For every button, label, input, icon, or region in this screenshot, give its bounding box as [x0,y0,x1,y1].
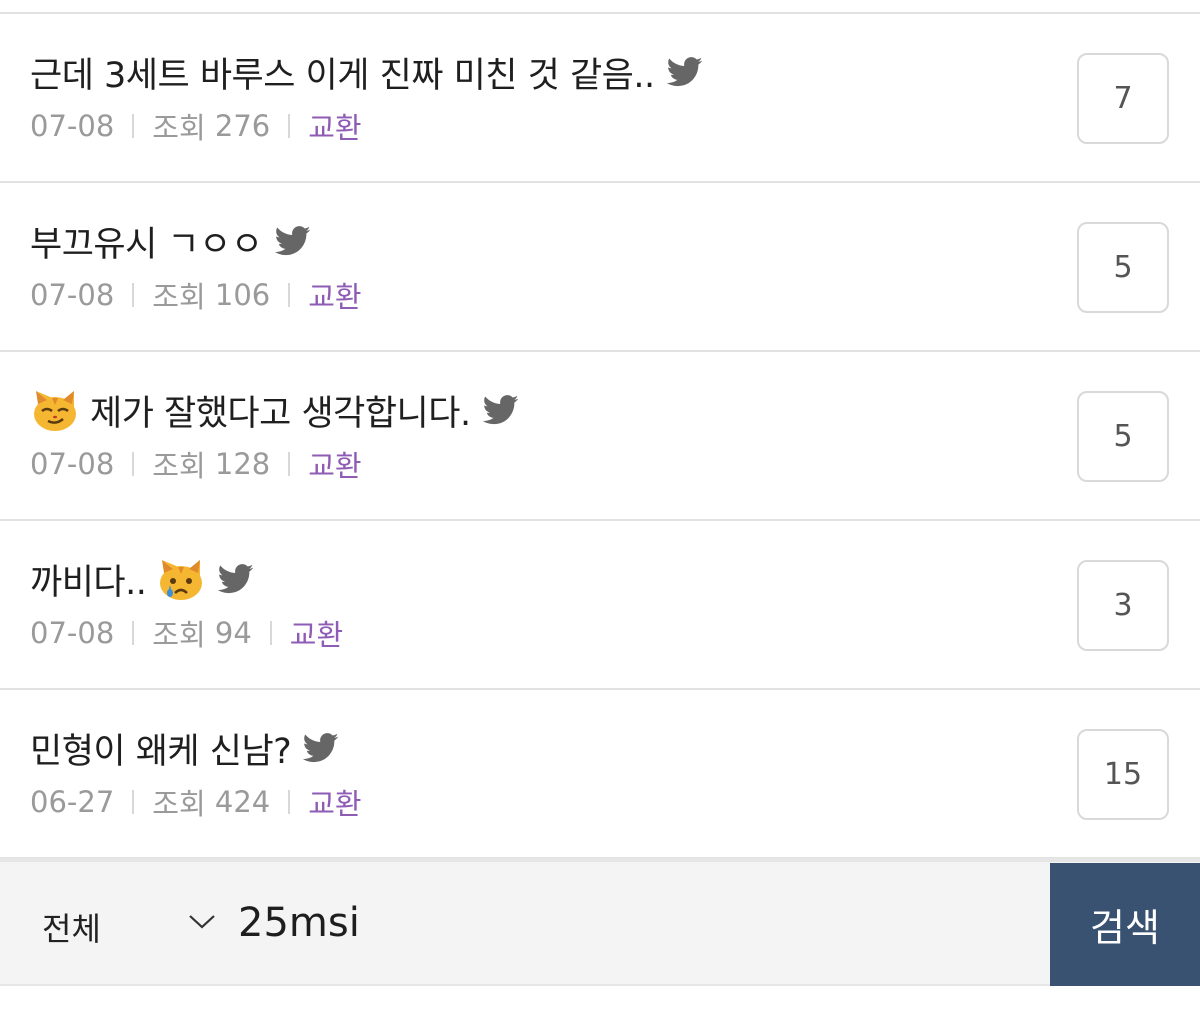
post-title-line[interactable]: 근데 3세트 바루스 이게 진짜 미친 것 같음.. [30,50,703,96]
post-title[interactable]: 민형이 왜케 신남? [30,723,292,774]
post-date: 07-08 [30,278,115,312]
post-category[interactable]: 교환 [308,781,361,823]
meta-separator [288,283,291,307]
search-scope-select[interactable]: 전체 [0,862,225,984]
meta-separator [132,621,135,645]
list-item[interactable]: 부끄유시 ㄱㅇㅇ 07-08 조회 106 교환 5 [0,183,1200,352]
comment-count-badge[interactable]: 7 [1077,53,1169,144]
smirking-cat-emoji-icon [34,391,76,431]
twitter-bird-icon [666,57,703,87]
meta-separator [288,790,291,814]
comment-count-badge[interactable]: 5 [1077,222,1169,313]
crying-cat-emoji-icon [160,560,203,600]
twitter-bird-icon [482,395,518,425]
post-category[interactable]: 교환 [308,274,361,316]
post-meta: 07-08 조회 276 교환 [30,106,362,146]
post-meta: 07-08 조회 128 교환 [30,444,362,484]
search-bar: 전체 검색 [0,858,1200,986]
views-count: 276 [214,109,271,143]
post-title[interactable]: 제가 잘했다고 생각합니다. [90,385,471,436]
twitter-bird-icon [218,564,254,594]
post-list: 근데 3세트 바루스 이게 진짜 미친 것 같음.. 07-08 조회 276 … [0,14,1200,859]
post-meta: 07-08 조회 106 교환 [30,275,362,315]
views-count: 106 [214,278,271,312]
twitter-bird-icon [303,733,339,763]
post-date: 07-08 [30,447,115,481]
meta-separator [132,114,135,138]
meta-separator [269,621,272,645]
post-title[interactable]: 근데 3세트 바루스 이게 진짜 미친 것 같음.. [30,47,655,98]
views-label: 조회 [152,280,206,314]
meta-separator [288,452,291,476]
post-category[interactable]: 교환 [308,443,361,485]
list-item[interactable]: 까비다.. 07-08 조회 94 교환 3 [0,521,1200,690]
post-title-line[interactable]: 까비다.. [30,557,254,603]
meta-separator [288,114,291,138]
views-label: 조회 [152,449,206,483]
comment-count-badge[interactable]: 5 [1077,391,1169,482]
post-date: 07-08 [30,616,115,650]
views-label: 조회 [152,618,206,652]
search-scope-label: 전체 [42,910,101,948]
views-label: 조회 [152,787,206,821]
views-label: 조회 [152,111,206,145]
views-count: 128 [214,447,271,481]
post-date: 06-27 [30,785,115,819]
chevron-down-icon [189,915,215,929]
search-button[interactable]: 검색 [1050,863,1200,986]
post-title-line[interactable]: 부끄유시 ㄱㅇㅇ [30,219,311,265]
post-title-line[interactable]: 민형이 왜케 신남? [30,726,339,772]
post-title-line[interactable]: 제가 잘했다고 생각합니다. [30,388,519,434]
views-count: 424 [214,785,271,819]
post-title[interactable]: 부끄유시 ㄱㅇㅇ [30,216,263,267]
views-count: 94 [214,616,252,650]
meta-separator [132,790,135,814]
post-category[interactable]: 교환 [290,612,343,654]
search-input[interactable] [238,892,1028,954]
post-date: 07-08 [30,109,115,143]
comment-count-badge[interactable]: 15 [1077,729,1169,820]
twitter-bird-icon [274,226,310,256]
list-item[interactable]: 민형이 왜케 신남? 06-27 조회 424 교환 15 [0,690,1200,859]
post-meta: 06-27 조회 424 교환 [30,782,362,822]
post-title[interactable]: 까비다.. [30,554,147,605]
post-category[interactable]: 교환 [308,105,361,147]
meta-separator [132,283,135,307]
list-item[interactable]: 근데 3세트 바루스 이게 진짜 미친 것 같음.. 07-08 조회 276 … [0,14,1200,183]
post-meta: 07-08 조회 94 교환 [30,613,343,653]
comment-count-badge[interactable]: 3 [1077,560,1169,651]
meta-separator [132,452,135,476]
list-item[interactable]: 제가 잘했다고 생각합니다. 07-08 조회 128 교환 5 [0,352,1200,521]
